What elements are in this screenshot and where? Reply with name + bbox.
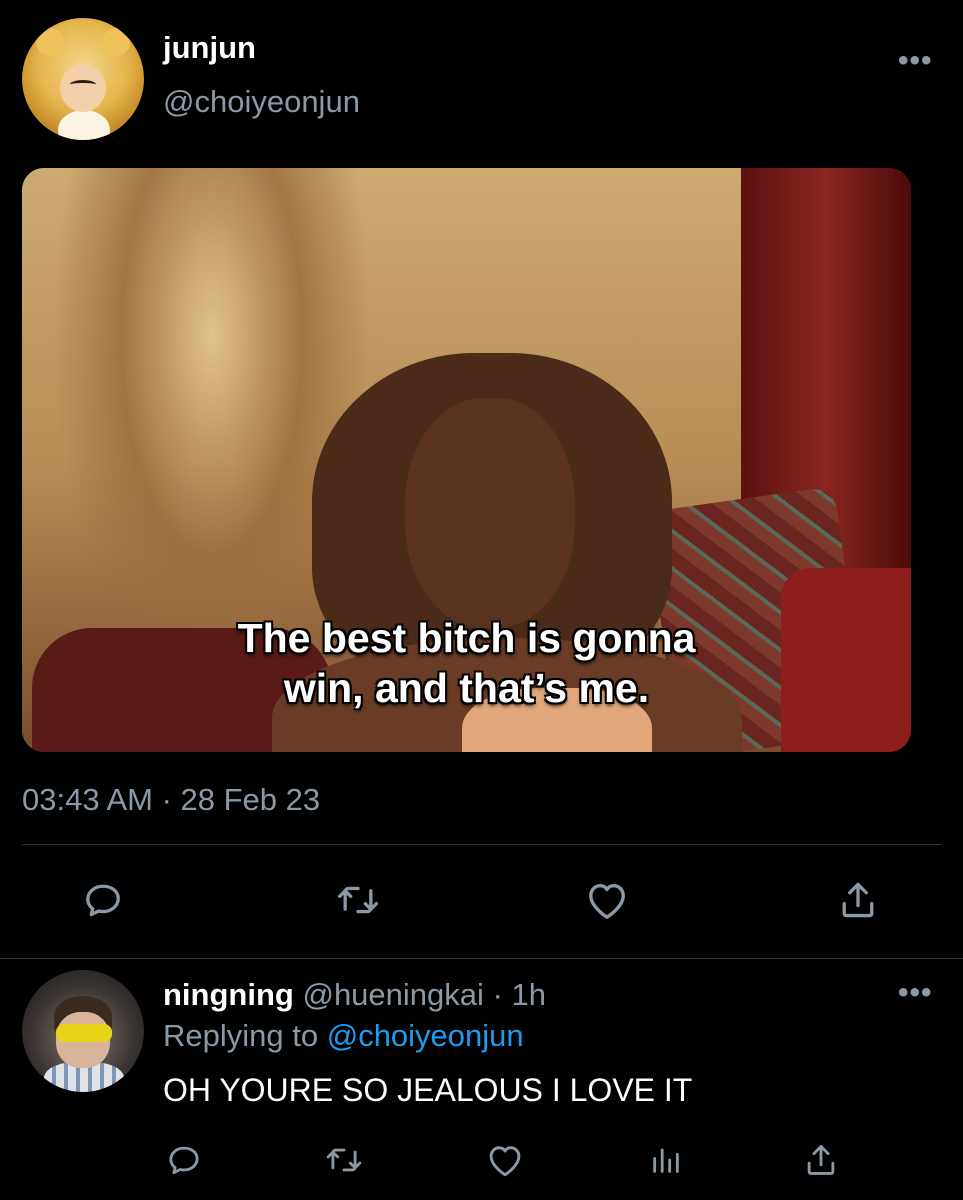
reply-share-icon[interactable] <box>800 1140 842 1180</box>
tweet-media-image[interactable]: The best bitch is gonna win, and that’s … <box>22 168 911 752</box>
media-caption-line-2: win, and that’s me. <box>283 665 650 711</box>
tweet-timestamp[interactable]: 03:43 AM · 28 Feb 23 <box>22 782 320 818</box>
reply-handle[interactable]: @hueningkai <box>302 977 483 1012</box>
divider <box>0 958 963 959</box>
analytics-icon[interactable] <box>646 1140 686 1180</box>
replying-to-link[interactable]: @choiyeonjun <box>327 1018 524 1053</box>
share-icon[interactable] <box>832 877 884 923</box>
replying-to: Replying to @choiyeonjun <box>163 1018 524 1054</box>
like-icon[interactable] <box>580 877 634 923</box>
author-display-name[interactable]: junjun <box>163 30 256 66</box>
reply-like-icon[interactable] <box>483 1140 527 1180</box>
author-avatar[interactable] <box>22 18 144 140</box>
reply-header: ningning @hueningkai · 1h <box>163 977 546 1013</box>
reply-time: · 1h <box>483 977 546 1012</box>
reply-reply-icon[interactable] <box>163 1140 205 1180</box>
more-options-icon[interactable]: ••• <box>898 44 933 78</box>
reply-icon[interactable] <box>78 877 128 923</box>
reply-author-avatar[interactable] <box>22 970 144 1092</box>
replying-to-label: Replying to <box>163 1018 327 1053</box>
media-caption-line-1: The best bitch is gonna <box>237 615 696 661</box>
author-handle[interactable]: @choiyeonjun <box>163 84 360 120</box>
divider <box>22 844 942 845</box>
retweet-icon[interactable] <box>328 877 388 923</box>
reply-more-options-icon[interactable]: ••• <box>898 976 933 1010</box>
reply-text: OH YOURE SO JEALOUS I LOVE IT <box>163 1072 693 1108</box>
reply-display-name[interactable]: ningning <box>163 977 294 1012</box>
reply-retweet-icon[interactable] <box>320 1140 368 1180</box>
